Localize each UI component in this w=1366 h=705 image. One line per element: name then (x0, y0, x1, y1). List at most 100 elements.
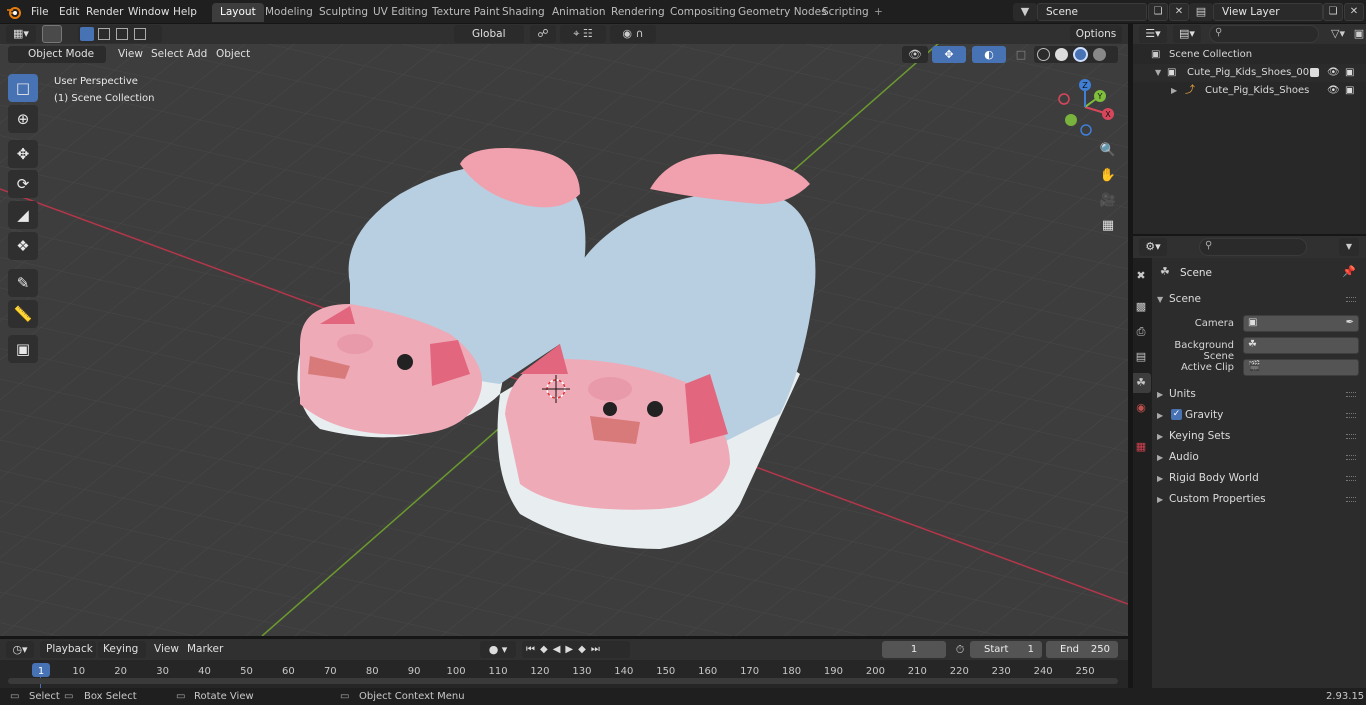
select-box-tool-icon[interactable]: □ (8, 74, 38, 102)
properties-search-input[interactable] (1199, 238, 1307, 256)
menu-file[interactable]: File (26, 4, 54, 20)
view-layer-field[interactable]: View Layer (1213, 3, 1323, 21)
delete-view-layer-icon[interactable]: ✕ (1344, 3, 1364, 21)
keying-sets-panel-header[interactable]: ▶ Keying Sets (1157, 426, 1362, 446)
prev-keyframe-icon[interactable]: ◆ (540, 644, 553, 655)
viewport-menu-object[interactable]: Object (210, 45, 256, 63)
menu-edit[interactable]: Edit (54, 4, 84, 20)
pan-hand-icon[interactable]: ✋ (1097, 165, 1119, 187)
active-clip-field[interactable]: 🎬 (1243, 359, 1359, 376)
jump-end-icon[interactable]: ⏭ (591, 644, 605, 655)
scene-name-field[interactable]: Scene (1037, 3, 1147, 21)
expand-arrow-icon[interactable]: ▼ (1155, 64, 1161, 82)
camera-view-icon[interactable]: 🎥 (1097, 190, 1119, 212)
editor-type-icon[interactable]: ▦▾ (6, 25, 36, 43)
view-layer-browse-icon[interactable]: ▤ (1189, 3, 1213, 21)
drag-grip-icon[interactable] (1346, 455, 1356, 460)
properties-editor-type-icon[interactable]: ⚙▾ (1139, 238, 1167, 256)
start-frame-field[interactable]: Start 1 (970, 641, 1042, 658)
transform-tool-icon[interactable]: ❖ (8, 232, 38, 260)
keying-menu[interactable]: Keying (98, 641, 146, 658)
gravity-checkbox[interactable]: ✓ (1171, 409, 1182, 420)
outliner-row-scene-collection[interactable]: ▣ Scene Collection (1133, 46, 1366, 64)
drag-grip-icon[interactable] (1346, 392, 1356, 397)
audio-panel-header[interactable]: ▶ Audio (1157, 447, 1362, 467)
playback-menu[interactable]: Playback (40, 641, 96, 658)
solid-shading-icon[interactable] (1055, 48, 1068, 61)
new-scene-icon[interactable]: ❏ (1148, 3, 1168, 21)
object-mode-dropdown[interactable]: Object Mode (8, 46, 106, 63)
add-workspace-button[interactable]: + (866, 3, 891, 22)
texture-tab-icon[interactable]: ▦ (1131, 437, 1151, 457)
select-subtract-icon[interactable] (116, 28, 128, 40)
menu-help[interactable]: Help (168, 4, 202, 20)
rotate-tool-icon[interactable]: ⟳ (8, 170, 38, 198)
gravity-panel-header[interactable]: ▶ ✓ Gravity (1157, 405, 1362, 425)
pin-icon[interactable]: 📌 (1342, 265, 1356, 278)
xray-icon[interactable]: □ (1013, 46, 1029, 63)
options-dropdown[interactable]: Options (1070, 25, 1122, 43)
play-icon[interactable]: ▶ (565, 644, 578, 655)
rendered-shading-icon[interactable] (1093, 48, 1106, 61)
menu-render[interactable]: Render (81, 4, 128, 20)
play-reverse-icon[interactable]: ◀ (553, 644, 566, 655)
rigid-body-world-panel-header[interactable]: ▶ Rigid Body World (1157, 468, 1362, 488)
menu-window[interactable]: Window (123, 4, 174, 20)
outliner-row-object[interactable]: ▶ ⤴ Cute_Pig_Kids_Shoes 👁 ▣ (1133, 82, 1366, 100)
drag-grip-icon[interactable] (1346, 297, 1356, 302)
pivot-point-icon[interactable]: ☍ (530, 25, 556, 43)
wireframe-shading-icon[interactable] (1037, 48, 1050, 61)
eyedropper-icon[interactable]: ✒ (1346, 317, 1354, 328)
scale-tool-icon[interactable]: ◢ (8, 201, 38, 229)
transform-orientation-dropdown[interactable]: Global (454, 25, 524, 43)
stopwatch-icon[interactable]: ⏱ (953, 641, 967, 658)
select-invert-icon[interactable] (134, 28, 146, 40)
scene-tab-icon[interactable]: ☘ (1131, 373, 1151, 393)
drag-grip-icon[interactable] (1346, 434, 1356, 439)
new-view-layer-icon[interactable]: ❏ (1323, 3, 1343, 21)
tab-layout[interactable]: Layout (212, 3, 264, 22)
camera-render-icon[interactable]: ▣ (1345, 64, 1354, 82)
current-frame-field[interactable]: 1 (882, 641, 946, 658)
tweak-tool-icon[interactable] (42, 25, 62, 43)
annotate-tool-icon[interactable]: ✎ (8, 269, 38, 297)
perspective-toggle-icon[interactable]: ▦ (1097, 215, 1119, 237)
overlay-toggle-icon[interactable]: ◐ (972, 46, 1006, 63)
move-tool-icon[interactable]: ✥ (8, 140, 38, 168)
measure-tool-icon[interactable]: 📏 (8, 300, 38, 328)
zoom-icon[interactable]: 🔍 (1097, 140, 1119, 162)
scene-panel-header[interactable]: ▼ Scene (1157, 289, 1362, 309)
drag-grip-icon[interactable] (1346, 413, 1356, 418)
render-tab-icon[interactable]: ▩ (1131, 297, 1151, 317)
drag-grip-icon[interactable] (1346, 497, 1356, 502)
units-panel-header[interactable]: ▶ Units (1157, 384, 1362, 404)
drag-grip-icon[interactable] (1346, 476, 1356, 481)
timeline-scrollbar[interactable] (8, 678, 1118, 684)
new-collection-icon[interactable]: ▣ (1353, 25, 1365, 43)
background-scene-field[interactable]: ☘ (1243, 337, 1359, 354)
next-keyframe-icon[interactable]: ◆ (578, 644, 591, 655)
eye-icon[interactable]: 👁 (1327, 64, 1340, 82)
select-new-icon[interactable] (80, 27, 94, 41)
visibility-icon[interactable]: 👁 (902, 46, 928, 63)
display-mode-icon[interactable]: ▤▾ (1173, 25, 1201, 43)
3d-viewport[interactable]: User Perspective (1) Scene Collection X … (0, 44, 1128, 636)
timeline-menu-view[interactable]: View (148, 640, 185, 658)
exclude-checkbox-icon[interactable] (1310, 68, 1319, 77)
select-extend-icon[interactable] (98, 28, 110, 40)
view-layer-tab-icon[interactable]: ▤ (1131, 347, 1151, 367)
timeline-menu-marker[interactable]: Marker (181, 640, 229, 658)
eye-icon[interactable]: 👁 (1327, 82, 1340, 100)
viewport-menu-view[interactable]: View (112, 45, 149, 63)
scene-browse-icon[interactable]: ▼ (1013, 3, 1037, 21)
gizmo-toggle-icon[interactable]: ✥ (932, 46, 966, 63)
end-frame-field[interactable]: End 250 (1046, 641, 1118, 658)
jump-start-icon[interactable]: ⏮ (526, 644, 540, 655)
tool-tab-icon[interactable]: ✖ (1131, 266, 1151, 286)
cursor-tool-icon[interactable]: ⊕ (8, 105, 38, 133)
filter-icon[interactable]: ▽▾ (1325, 25, 1351, 43)
area-divider[interactable] (1128, 24, 1133, 688)
world-tab-icon[interactable]: ◉ (1131, 398, 1151, 418)
blender-logo-icon[interactable] (6, 4, 22, 20)
navigation-gizmo[interactable]: X Y Z (1055, 77, 1115, 137)
